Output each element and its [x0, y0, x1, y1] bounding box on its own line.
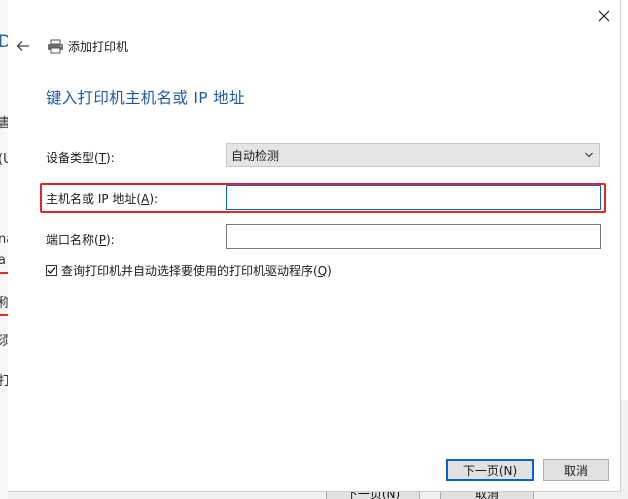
- background-right-edge: [620, 400, 628, 491]
- background-red-line: [0, 314, 8, 316]
- device-type-select[interactable]: 自动检测: [226, 143, 600, 167]
- checkmark-icon: [47, 267, 56, 274]
- hostname-label: 主机名或 IP 地址(A):: [46, 192, 159, 206]
- background-cancel-button[interactable]: 取消: [440, 491, 534, 499]
- port-name-label: 端口名称(P):: [46, 233, 115, 247]
- background-window-footer: 下一页(N) 取消: [8, 491, 628, 499]
- back-button[interactable]: [14, 37, 32, 55]
- back-arrow-icon: [16, 41, 29, 51]
- background-text-fragment: a: [0, 253, 6, 268]
- background-red-line: [0, 272, 8, 274]
- device-type-label: 设备类型(T):: [46, 151, 115, 165]
- hostname-input[interactable]: [226, 185, 601, 210]
- next-button[interactable]: 下一页(N): [446, 459, 534, 481]
- printer-icon: [46, 38, 64, 54]
- close-icon: [598, 10, 610, 22]
- auto-driver-label: 查询打印机并自动选择要使用的打印机驱动程序(Q): [61, 264, 332, 278]
- page-heading: 键入打印机主机名或 IP 地址: [46, 89, 245, 107]
- auto-driver-option[interactable]: 查询打印机并自动选择要使用的打印机驱动程序(Q): [46, 262, 332, 279]
- chevron-down-icon: [585, 152, 593, 158]
- auto-driver-checkbox[interactable]: [46, 265, 57, 276]
- dialog-titlebar: 添加打印机: [8, 34, 408, 58]
- screen: D 書 (U na a 称 须 打 下一页(N) 取消: [0, 0, 628, 499]
- add-printer-dialog: 添加打印机 键入打印机主机名或 IP 地址 设备类型(T): 自动检测 主机名或…: [8, 0, 621, 492]
- port-name-input[interactable]: [226, 224, 601, 249]
- background-next-button[interactable]: 下一页(N): [326, 491, 420, 499]
- close-button[interactable]: [593, 5, 615, 27]
- dialog-title: 添加打印机: [68, 39, 129, 54]
- cancel-button[interactable]: 取消: [543, 459, 609, 481]
- device-type-value: 自动检测: [231, 148, 280, 163]
- background-right-edge: [620, 0, 628, 400]
